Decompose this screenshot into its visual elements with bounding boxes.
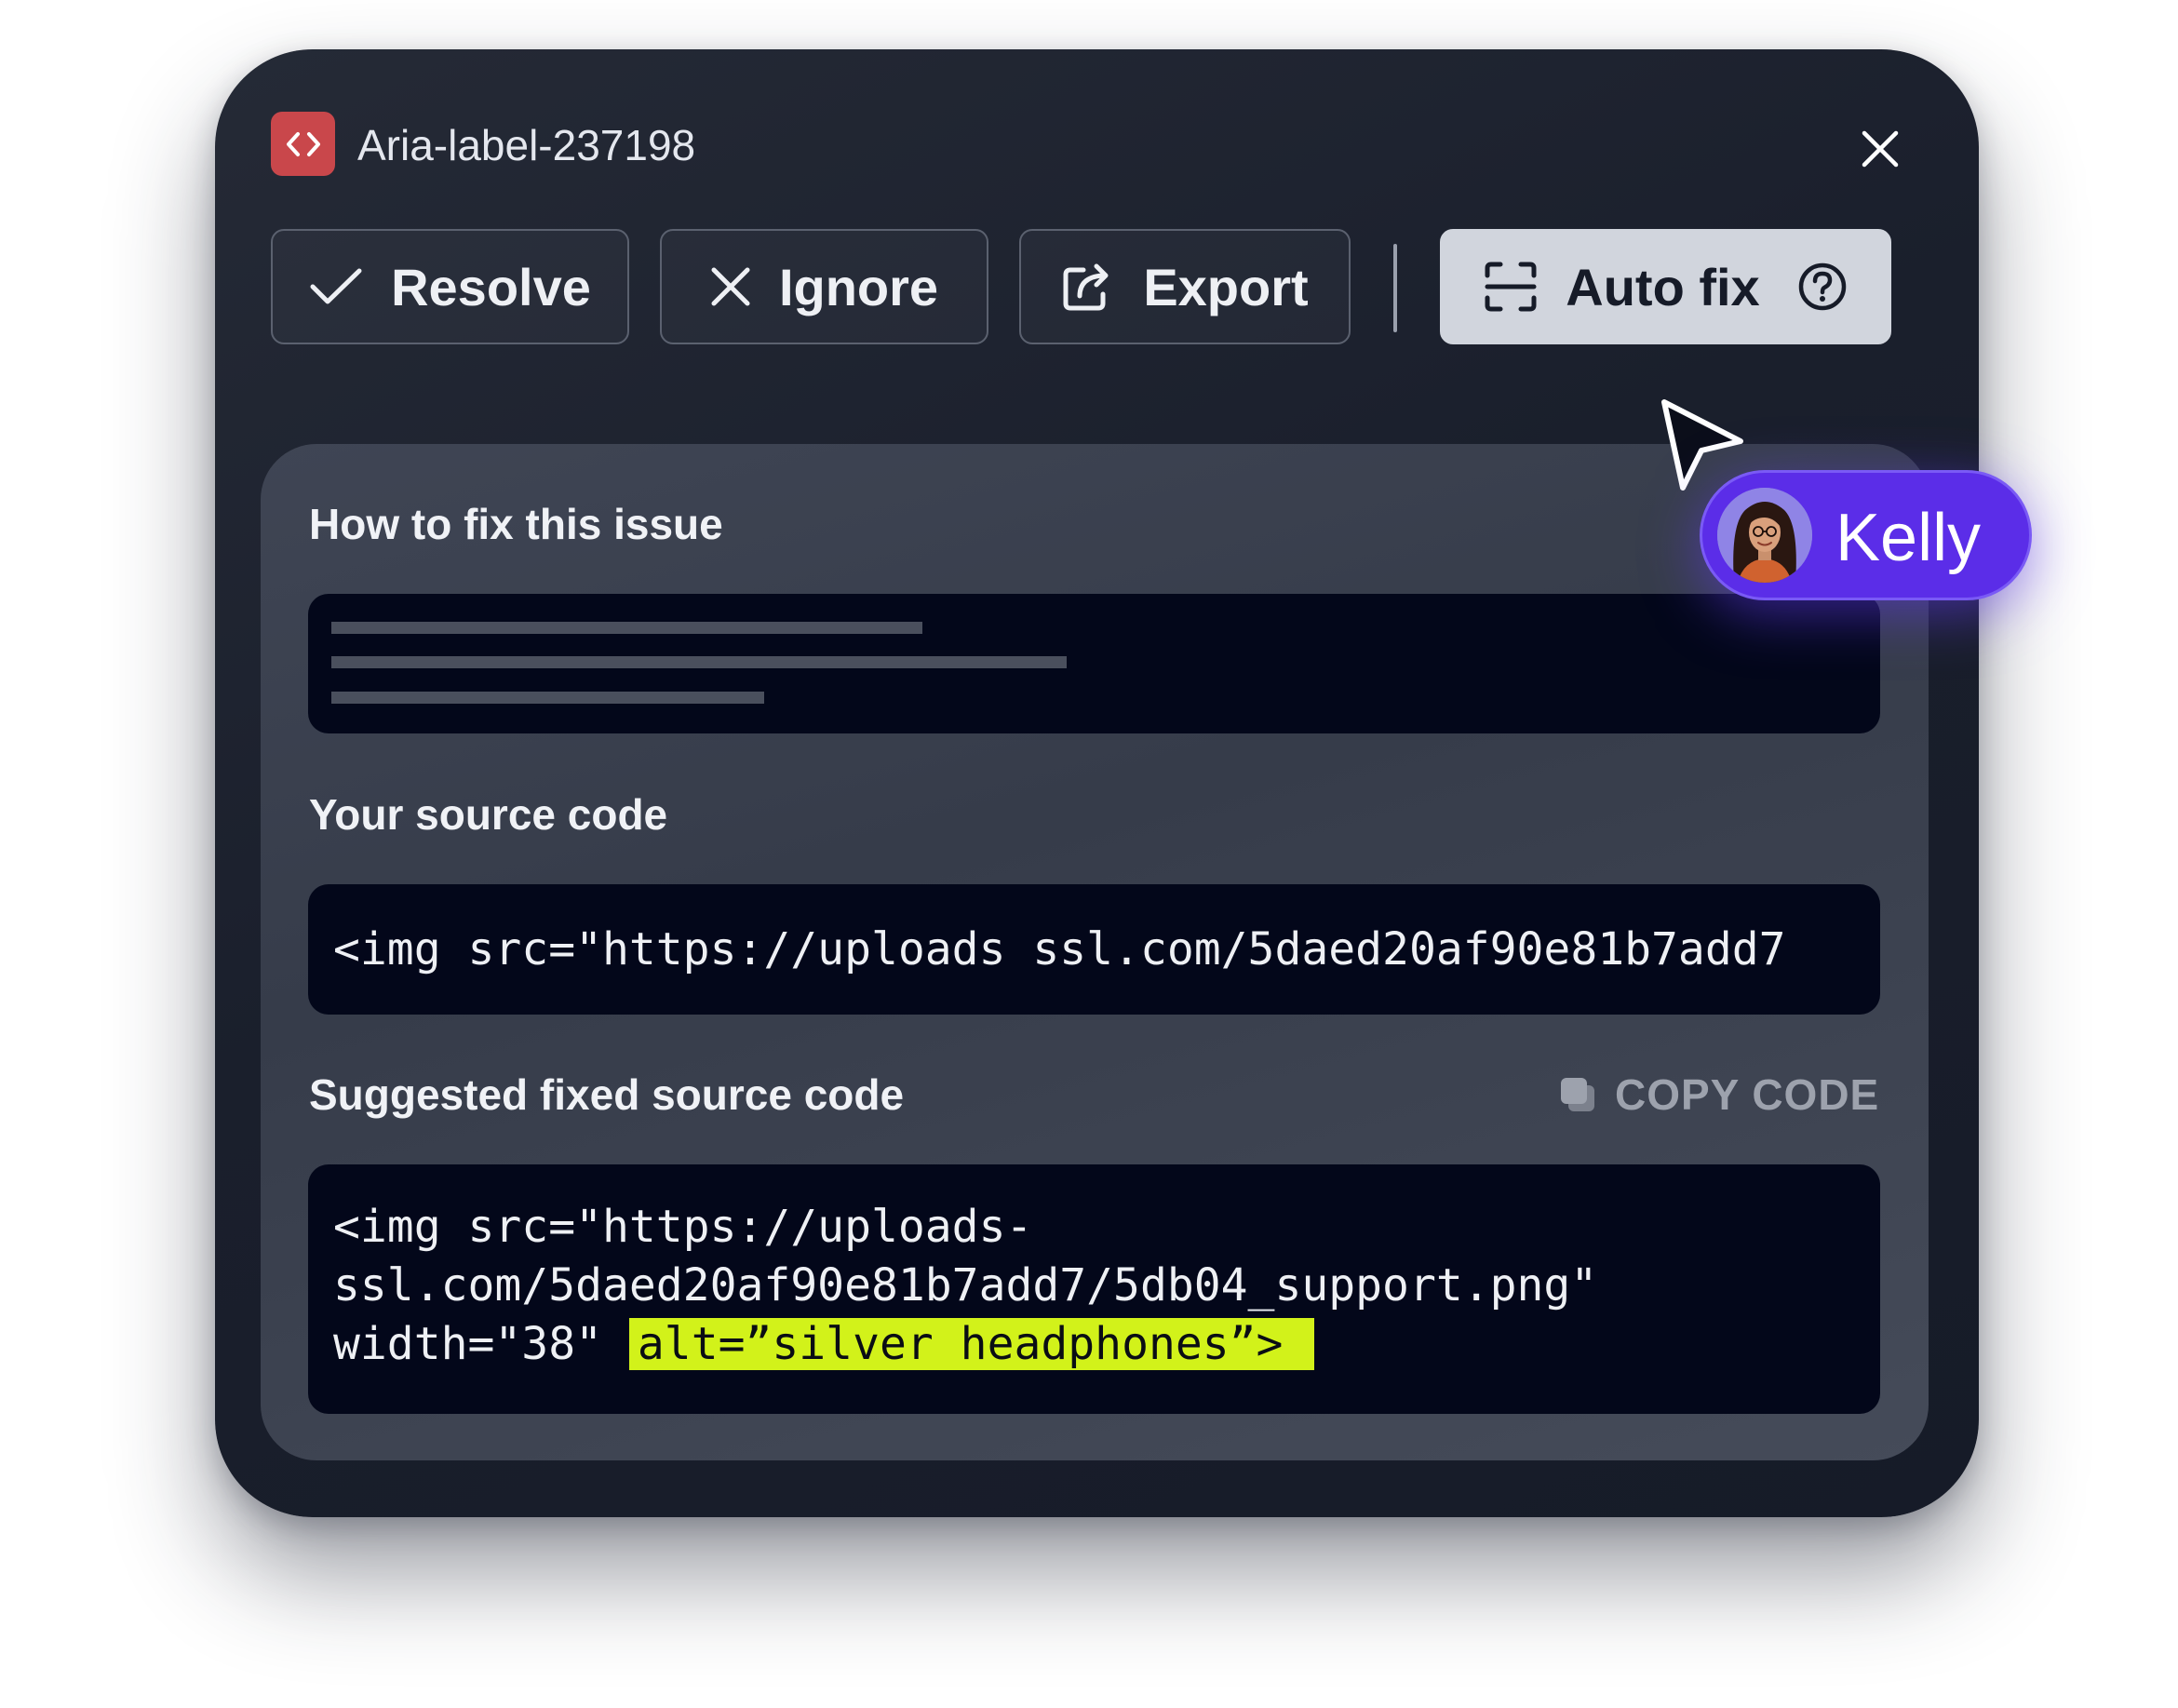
source-code-heading: Your source code (309, 790, 668, 839)
copy-icon (1561, 1078, 1594, 1111)
suggested-code-line: ssl.com/5daed20af90e81b7add7/5db04_suppo… (333, 1259, 1598, 1311)
source-code-block: <img src="https://uploads ssl.com/5daed2… (308, 884, 1880, 1015)
collaborator-tag: Kelly (1700, 470, 2032, 600)
issue-title: Aria-label-237198 (357, 121, 696, 169)
suggested-code-block: <img src="https://uploads- ssl.com/5daed… (308, 1164, 1880, 1414)
auto-fix-button[interactable]: Auto fix (1440, 229, 1891, 344)
toolbar-divider (1393, 244, 1397, 332)
code-brackets-icon (271, 112, 335, 176)
collaborator-name: Kelly (1835, 501, 1982, 575)
avatar (1717, 488, 1812, 583)
suggested-code-heading: Suggested fixed source code (309, 1070, 905, 1119)
help-circle-icon[interactable] (1797, 262, 1848, 312)
export-label: Export (1143, 257, 1309, 316)
check-icon (310, 268, 362, 304)
copy-code-label: COPY CODE (1615, 1070, 1880, 1119)
resolve-button[interactable]: Resolve (271, 229, 629, 344)
export-button[interactable]: Export (1019, 229, 1351, 344)
scan-icon (1485, 262, 1537, 312)
close-button[interactable] (1852, 121, 1908, 177)
placeholder-line (331, 622, 922, 634)
x-icon (711, 267, 750, 306)
close-icon (1862, 130, 1899, 168)
fix-instructions-placeholder (308, 594, 1880, 733)
source-code-text: <img src="https://uploads ssl.com/5daed2… (333, 923, 1786, 975)
highlighted-fix: alt=”silver headphones”> (628, 1318, 1315, 1370)
suggested-code-text: width="38" (333, 1318, 629, 1370)
suggested-code-line: <img src="https://uploads- (333, 1201, 1033, 1253)
suggested-code-line: width="38" alt=”silver headphones”> (333, 1314, 1315, 1374)
how-to-fix-heading: How to fix this issue (309, 500, 723, 548)
resolve-label: Resolve (391, 257, 591, 316)
placeholder-line (331, 692, 764, 704)
ignore-button[interactable]: Ignore (660, 229, 988, 344)
ignore-label: Ignore (778, 257, 939, 316)
export-icon (1063, 263, 1109, 311)
placeholder-line (331, 656, 1067, 668)
copy-code-button[interactable]: COPY CODE (1559, 1067, 1879, 1123)
auto-fix-label: Auto fix (1566, 257, 1760, 316)
